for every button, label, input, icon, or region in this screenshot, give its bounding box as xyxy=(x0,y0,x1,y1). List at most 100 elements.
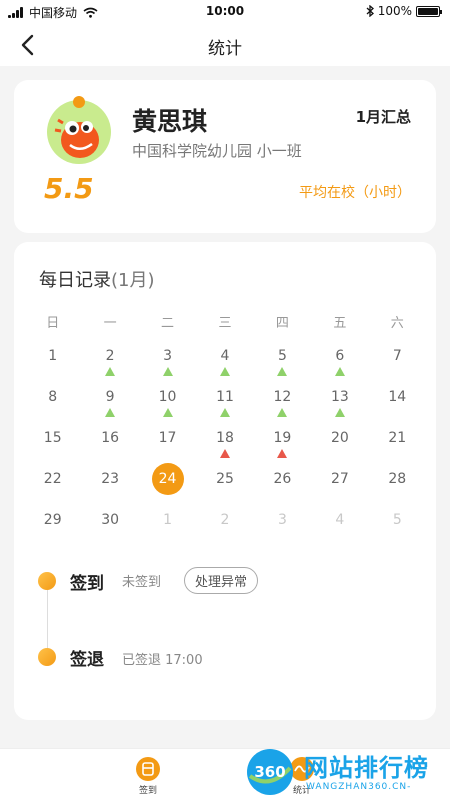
status-bar: 中国移动 10:00 100% xyxy=(0,0,450,24)
weekday-wed: 三 xyxy=(218,316,232,331)
calendar-icon xyxy=(136,757,160,781)
calendar-day[interactable]: 30 xyxy=(81,511,138,551)
attendance-normal-icon xyxy=(162,367,173,376)
calendar-day[interactable]: 16 xyxy=(81,429,138,469)
calendar-day-number: 3 xyxy=(277,512,287,528)
calendar-day[interactable]: 27 xyxy=(311,470,368,510)
sign-in-status: 未签到 xyxy=(122,575,162,590)
calendar-week-row: 1 2 3 4 5 6 7 xyxy=(24,347,426,387)
daily-records-card: 每日记录(1月) 日 一 二 三 四 五 六 1 2 3 4 5 6 7 8 9 10 11 12 13… xyxy=(14,242,436,720)
watermark: 360 网站排行榜 WANGZHAN360.CN- xyxy=(240,742,450,800)
average-hours-value: 5.5 xyxy=(44,172,94,205)
weekday-thu: 四 xyxy=(275,316,289,331)
attendance-normal-icon xyxy=(219,408,230,417)
calendar-day[interactable]: 1 xyxy=(24,347,81,387)
calendar-day-number: 14 xyxy=(388,389,407,405)
calendar-day-number: 4 xyxy=(335,512,345,528)
calendar-day-number: 6 xyxy=(335,348,345,364)
dinosaur-avatar xyxy=(47,96,111,164)
calendar-day[interactable]: 5 xyxy=(254,347,311,387)
monthly-summary-label[interactable]: 1月汇总 xyxy=(356,106,411,127)
school-class: 中国科学院幼儿园 小一班 xyxy=(132,142,302,160)
calendar-day[interactable]: 6 xyxy=(311,347,368,387)
attendance-normal-icon xyxy=(105,408,116,417)
calendar-day[interactable]: 3 xyxy=(139,347,196,387)
calendar-day[interactable]: 19 xyxy=(254,429,311,469)
tab-sign-in-label: 签到 xyxy=(138,786,157,796)
attendance-normal-icon xyxy=(277,367,288,376)
calendar-day-number: 16 xyxy=(101,430,120,446)
watermark-text: 网站排行榜 xyxy=(304,754,429,782)
calendar-day-number: 1 xyxy=(48,348,58,364)
calendar-week-row: 29 30 1 2 3 4 5 xyxy=(24,511,426,551)
watermark-subtext: WANGZHAN360.CN- xyxy=(306,782,412,792)
tab-sign-in[interactable]: 签到 xyxy=(118,757,178,796)
calendar-day[interactable]: 26 xyxy=(254,470,311,510)
sign-in-label: 签到 xyxy=(70,574,104,594)
sign-in-dot xyxy=(38,572,56,590)
calendar-day[interactable]: 18 xyxy=(196,429,253,469)
calendar-day[interactable]: 28 xyxy=(369,470,426,510)
calendar-day[interactable]: 14 xyxy=(369,388,426,428)
calendar-day-number: 28 xyxy=(388,471,407,487)
calendar-day-number: 1 xyxy=(163,512,173,528)
calendar-day[interactable]: 1 xyxy=(139,511,196,551)
calendar-day-number: 24 xyxy=(158,471,177,487)
calendar-day-today[interactable]: 24 xyxy=(139,463,196,510)
watermark-logo-text: 360 xyxy=(254,763,285,781)
calendar-day[interactable]: 2 xyxy=(196,511,253,551)
attendance-normal-icon xyxy=(277,408,288,417)
attendance-normal-icon xyxy=(105,367,116,376)
calendar-day-number: 30 xyxy=(101,512,120,528)
calendar-day-number: 5 xyxy=(277,348,287,364)
calendar-day[interactable]: 21 xyxy=(369,429,426,469)
calendar-day[interactable]: 3 xyxy=(254,511,311,551)
calendar-day[interactable]: 4 xyxy=(311,511,368,551)
calendar-day[interactable]: 20 xyxy=(311,429,368,469)
calendar-day-number: 9 xyxy=(105,389,115,405)
calendar-day-number: 25 xyxy=(216,471,234,487)
handle-exception-button[interactable]: 处理异常 xyxy=(184,567,259,594)
weekday-sat: 六 xyxy=(390,316,404,331)
calendar-day-number: 11 xyxy=(216,389,234,405)
calendar-day-number: 7 xyxy=(392,348,402,364)
calendar-day[interactable]: 8 xyxy=(24,388,81,428)
profile-card: 黄思琪 中国科学院幼儿园 小一班 1月汇总 5.5 平均在校（小时） xyxy=(14,80,436,233)
calendar-day[interactable]: 9 xyxy=(81,388,138,428)
calendar-day[interactable]: 10 xyxy=(139,388,196,428)
calendar-day-number: 8 xyxy=(48,389,58,405)
records-title-text: 每日记录 xyxy=(39,270,111,291)
calendar-day-number: 20 xyxy=(330,430,349,446)
calendar-day-number: 4 xyxy=(220,348,230,364)
calendar-week-row: 15 16 17 18 19 20 21 xyxy=(24,429,426,469)
calendar-day-number: 3 xyxy=(163,348,173,364)
calendar-day[interactable]: 13 xyxy=(311,388,368,428)
sign-out-dot xyxy=(38,648,56,666)
page-title: 统计 xyxy=(208,39,242,59)
calendar-day[interactable]: 25 xyxy=(196,470,253,510)
calendar-day-number: 10 xyxy=(158,389,177,405)
calendar-day[interactable]: 22 xyxy=(24,470,81,510)
calendar-day[interactable]: 23 xyxy=(81,470,138,510)
calendar-day[interactable]: 4 xyxy=(196,347,253,387)
calendar-day-number: 22 xyxy=(43,471,62,487)
calendar-day[interactable]: 11 xyxy=(196,388,253,428)
attendance-alert-icon xyxy=(277,449,288,458)
average-hours-label: 平均在校（小时） xyxy=(299,185,411,201)
calendar-day[interactable]: 12 xyxy=(254,388,311,428)
student-name: 黄思琪 xyxy=(132,107,208,136)
calendar-day-number: 23 xyxy=(101,471,120,487)
calendar-day[interactable]: 7 xyxy=(369,347,426,387)
calendar-day-number: 27 xyxy=(330,471,349,487)
attendance-normal-icon xyxy=(219,367,230,376)
calendar-week-row: 22 23 24 25 26 27 28 xyxy=(24,463,426,510)
calendar-day[interactable]: 15 xyxy=(24,429,81,469)
attendance-alert-icon xyxy=(219,449,230,458)
calendar-day[interactable]: 29 xyxy=(24,511,81,551)
calendar-day[interactable]: 2 xyxy=(81,347,138,387)
calendar-day[interactable]: 5 xyxy=(369,511,426,551)
calendar-day-number: 18 xyxy=(216,430,234,446)
watermark-360-logo: 360 xyxy=(247,749,293,795)
sign-out-status: 已签退 17:00 xyxy=(122,653,203,668)
battery-percent: 100% xyxy=(377,4,412,18)
